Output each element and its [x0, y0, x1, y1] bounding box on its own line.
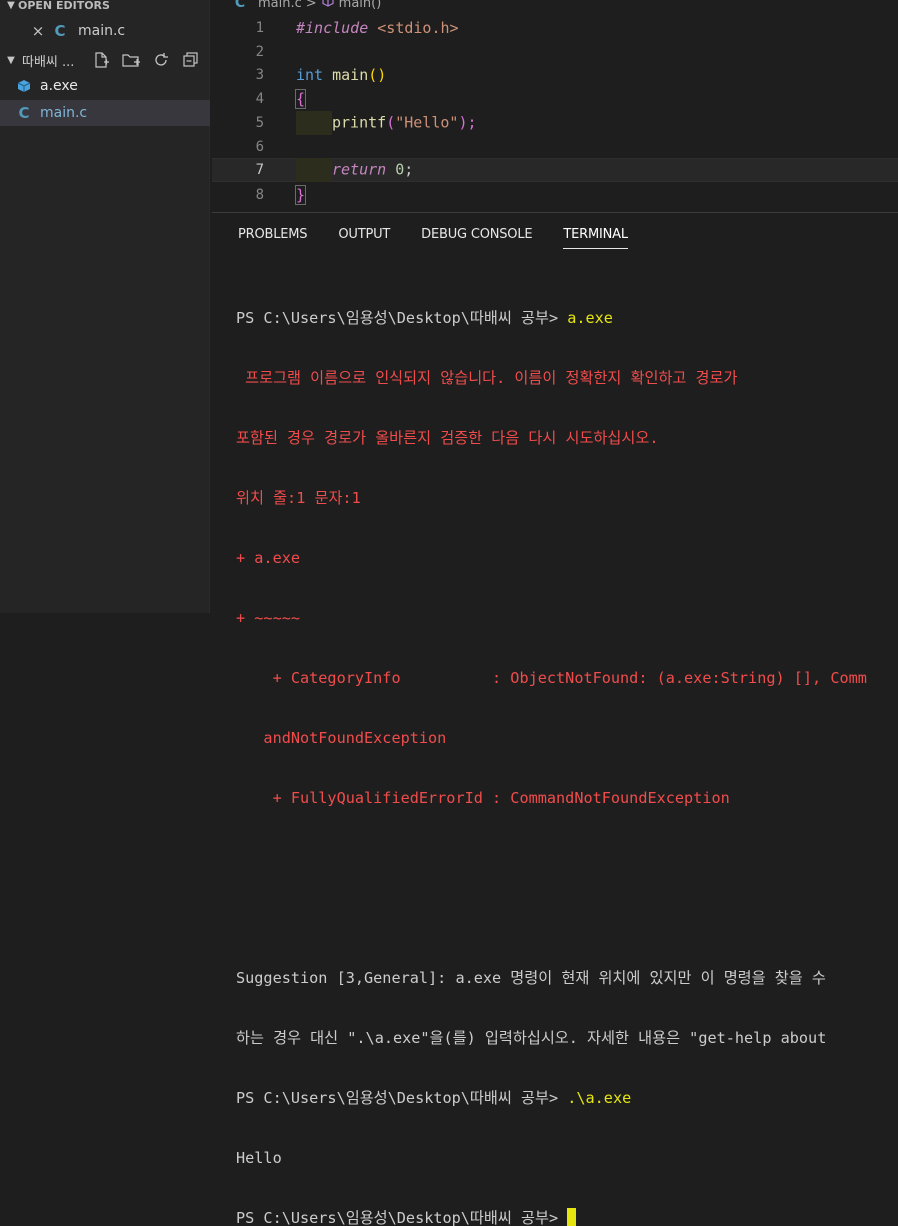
folder-label: 따배씨 ...: [22, 54, 75, 70]
file-name: a.exe: [40, 78, 78, 94]
include-header: <stdio.h>: [377, 19, 459, 37]
error-line: + CategoryInfo : ObjectNotFound: (a.exe:…: [236, 669, 867, 687]
explorer-sidebar: ▼ OPEN EDITORS × C main.c ▼ 따배씨 ... a.ex…: [0, 0, 210, 613]
refresh-icon[interactable]: [150, 49, 172, 71]
terminal-prompt: PS C:\Users\임용성\Desktop\따배씨 공부>: [236, 309, 568, 327]
tab-debug-console[interactable]: DEBUG CONSOLE: [421, 227, 532, 249]
code-line: 1 #include <stdio.h>: [212, 16, 898, 40]
indent-guide: [296, 158, 332, 182]
code-line: 2: [212, 40, 898, 64]
cube-icon: [321, 0, 335, 12]
semicolon: ;: [404, 160, 414, 179]
return-keyword: return: [332, 160, 387, 179]
breadcrumb: C main.c > main(): [234, 0, 381, 12]
line-number: 6: [255, 139, 264, 155]
code-line: 5 printf("Hello");: [212, 111, 898, 135]
line-number: 2: [255, 44, 264, 60]
indent-guide: [296, 111, 332, 135]
error-line: 포함된 경우 경로가 올바른지 검증한 다음 다시 시도하십시오.: [236, 429, 659, 447]
function-name: main: [332, 66, 369, 84]
include-directive: #include: [296, 19, 369, 37]
new-file-icon[interactable]: [90, 49, 112, 71]
terminal-command: a.exe: [567, 309, 613, 327]
c-file-icon: C: [54, 22, 66, 40]
code-line: 8 }: [212, 183, 898, 207]
line-number: 7: [255, 162, 264, 178]
terminal-command: .\a.exe: [567, 1089, 632, 1107]
tab-problems[interactable]: PROBLEMS: [238, 227, 308, 249]
line-number: 5: [255, 115, 264, 131]
code-editor[interactable]: 1 #include <stdio.h> 2 3 int main() 4 { …: [212, 14, 898, 212]
line-number: 8: [255, 187, 264, 203]
error-line: 위치 줄:1 문자:1: [236, 489, 361, 507]
folder-header[interactable]: ▼ 따배씨 ...: [0, 48, 210, 72]
breadcrumb-file[interactable]: main.c: [258, 0, 302, 11]
number-literal: 0: [395, 160, 405, 179]
paren: (): [368, 66, 387, 84]
error-line: + FullyQualifiedErrorId : CommandNotFoun…: [236, 789, 730, 807]
open-brace: {: [294, 89, 307, 109]
tab-terminal[interactable]: TERMINAL: [563, 227, 628, 249]
collapse-all-icon[interactable]: [180, 49, 202, 71]
line-number: 1: [255, 20, 264, 36]
terminal-line: PS C:\Users\임용성\Desktop\따배씨 공부> a.exe: [236, 308, 898, 328]
c-file-icon: C: [18, 104, 30, 122]
panel-tabs: PROBLEMS OUTPUT DEBUG CONSOLE TERMINAL: [238, 227, 659, 249]
line-number: 3: [255, 67, 264, 83]
error-line: 프로그램 이름으로 인식되지 않습니다. 이름이 정확한지 확인하고 경로가: [236, 369, 738, 387]
terminal-line: PS C:\Users\임용성\Desktop\따배씨 공부> .\a.exe: [236, 1088, 898, 1108]
paren: (: [386, 113, 396, 132]
close-brace: }: [294, 185, 307, 205]
suggestion-line: Suggestion [3,General]: a.exe 명령이 현재 위치에…: [236, 969, 826, 987]
program-output: Hello: [236, 1149, 282, 1167]
new-folder-icon[interactable]: [120, 49, 142, 71]
chevron-down-icon: ▼: [7, 0, 15, 11]
suggestion-line: 하는 경우 대신 ".\a.exe"을(를) 입력하십시오. 자세한 내용은 "…: [236, 1029, 827, 1047]
string-literal: "Hello": [395, 113, 459, 132]
type-keyword: int: [296, 66, 324, 84]
terminal-line: PS C:\Users\임용성\Desktop\따배씨 공부>: [236, 1208, 898, 1226]
terminal-prompt: PS C:\Users\임용성\Desktop\따배씨 공부>: [236, 1209, 568, 1226]
package-icon: [16, 79, 32, 93]
code-line-current: 7 return 0;: [212, 158, 898, 182]
error-line: + a.exe: [236, 549, 301, 567]
error-line: andNotFoundException: [236, 729, 447, 747]
bottom-panel: PROBLEMS OUTPUT DEBUG CONSOLE TERMINAL P…: [212, 212, 898, 1226]
terminal-output[interactable]: PS C:\Users\임용성\Desktop\따배씨 공부> a.exe 프로…: [236, 268, 898, 1226]
function-name: printf: [332, 113, 387, 132]
open-editors-header[interactable]: ▼ OPEN EDITORS: [0, 0, 210, 16]
open-editor-item-main-c[interactable]: × C main.c: [0, 18, 210, 44]
breadcrumb-separator: >: [305, 0, 317, 11]
terminal-cursor: [567, 1208, 577, 1226]
terminal-prompt: PS C:\Users\임용성\Desktop\따배씨 공부>: [236, 1089, 568, 1107]
file-item-a-exe[interactable]: a.exe: [0, 73, 210, 99]
code-line: 6: [212, 135, 898, 159]
code-line: 4 {: [212, 87, 898, 111]
open-editors-label: OPEN EDITORS: [18, 0, 110, 12]
error-line: + ~~~~~: [236, 609, 301, 627]
line-number: 4: [255, 91, 264, 107]
chevron-down-icon: ▼: [7, 54, 15, 66]
file-item-main-c[interactable]: C main.c: [0, 100, 210, 126]
c-file-icon: C: [234, 0, 246, 11]
close-icon[interactable]: ×: [30, 22, 46, 40]
open-editor-filename: main.c: [78, 23, 126, 39]
breadcrumb-symbol[interactable]: main(): [339, 0, 382, 11]
file-name: main.c: [40, 105, 88, 121]
code-line: 3 int main(): [212, 63, 898, 87]
tab-output[interactable]: OUTPUT: [338, 227, 390, 249]
paren-semicolon: );: [458, 113, 477, 132]
